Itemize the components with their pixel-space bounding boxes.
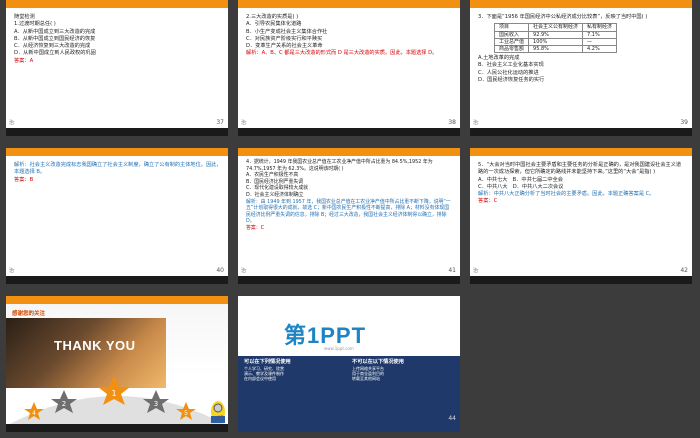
- answer: 解析：A、B、C 都是三大改造的形式而 D 是三大改造的实质。因此，本题选择 D…: [246, 50, 438, 57]
- slide-thumbnail-43[interactable]: 感谢您的关注 THANK YOU 1 2 3 4 5 43: [6, 296, 228, 432]
- table-header: 社会主义公有制经济: [528, 23, 584, 32]
- table-header: 私有制经济: [582, 23, 618, 32]
- slide-thumbnail-37[interactable]: 随堂检测 1.过渡时期总任( ) A．从新中国成立到三大改造的完成 B．从新中国…: [6, 0, 228, 136]
- slide-bottom-bar: [238, 128, 460, 136]
- analysis: 解析：由 1949 年到 1957 年，我国农业总产值在工农业净产值中所占比重不…: [246, 198, 451, 225]
- answer: 答案：B: [14, 176, 34, 183]
- footer-label: 治: [241, 120, 247, 126]
- footer-label: 治: [473, 120, 479, 126]
- slide-text: 4．据统计，1949 年我国农业总产值在工农业净产值中所占比重为 84.5%,1…: [246, 159, 454, 232]
- star-label-3: 3: [154, 400, 158, 408]
- option-b: B．社会主义工业化基本实现: [478, 62, 544, 69]
- option-a: A．农民生产积极性不高: [246, 172, 299, 179]
- slide-text: 3．下面是“1956 年国民经济中公私经济成分比较表”，反映了当时中国( ) 项…: [478, 14, 686, 84]
- footer-label: 治: [9, 268, 15, 274]
- option-d: D．从新中国成立到人民政权的巩固: [14, 50, 96, 57]
- analysis: 解析：中共八大正确分析了当时社会的主要矛盾。因此，本题正确答案是 C。: [478, 191, 655, 198]
- thanks-text: THANK YOU: [54, 338, 136, 353]
- slide-thumbnail-42[interactable]: 5．“大会对当时中国社会主要矛盾和主要任务的分析是正确的，是对我国建设社会主义道…: [470, 148, 692, 284]
- stars-graphic: 1 2 3 4 5: [6, 376, 228, 426]
- star-label-5: 5: [184, 410, 188, 417]
- question: 5．“大会对当时中国社会主要矛盾和主要任务的分析是正确的，是对我国建设社会主义道…: [478, 162, 682, 176]
- footer-label: 治: [473, 268, 479, 274]
- answer: 答案：C: [246, 224, 265, 231]
- thanks-heading: 感谢您的关注: [12, 311, 46, 317]
- star-label-1: 1: [111, 389, 116, 398]
- option-d: D．社会主义经济体制确立: [246, 191, 304, 198]
- slide-number: 38: [448, 119, 456, 126]
- table-row: 国民收入 92.9% 7.1%: [493, 30, 618, 39]
- question: 3．下面是“1956 年国民经济中公私经济成分比较表”，反映了当时中国( ): [478, 14, 648, 20]
- footer-label: 治: [241, 268, 247, 274]
- slide-thumbnail-41[interactable]: 4．据统计，1949 年我国农业总产值在工农业净产值中所占比重为 84.5%,1…: [238, 148, 460, 284]
- table-header: 项目: [493, 23, 530, 32]
- slide-text: 2.三大改造的实质是( ) A．引导农民集体化道路 B．小生产变成社会主义集体合…: [246, 14, 454, 58]
- star-label-4: 4: [32, 410, 36, 417]
- allowed-title: 可以在下列情况使用: [244, 359, 291, 365]
- star-label-2: 2: [62, 400, 66, 408]
- slide-bottom-bar: [238, 276, 460, 284]
- option-c: C．现代化建设取得较大成就: [246, 185, 309, 192]
- slide-top-bar: [6, 296, 228, 304]
- slide-top-bar: [6, 148, 228, 156]
- answer: 答案：A: [14, 57, 34, 64]
- table-row: 商品零售额 95.8% 4.2%: [493, 44, 618, 54]
- option-ab: A．中共七大 B．中共七届二中全会: [478, 176, 563, 183]
- option-d: D．国民经济恢复任务的实行: [478, 77, 545, 83]
- allowed-column: 可以在下列情况使用 个人学习、研究、欣赏 演示、教学及课件制作 在内部会议中使用: [244, 359, 344, 381]
- slide-text: 随堂检测 1.过渡时期总任( ) A．从新中国成立到三大改造的完成 B．从新中国…: [14, 14, 222, 65]
- slide-top-bar: [238, 148, 460, 156]
- slide-top-bar: [238, 0, 460, 8]
- slide-thumbnail-44[interactable]: 第1PPT www.1ppt.com 可以在下列情况使用 个人学习、研究、欣赏 …: [238, 296, 460, 432]
- slide-text: 5．“大会对当时中国社会主要矛盾和主要任务的分析是正确的，是对我国建设社会主义道…: [478, 162, 686, 206]
- table-row: 工业总产值 100% —: [493, 37, 618, 46]
- analysis: 解析：社会主义改造完成标志我国确立了社会主义制度，确立了公有制的主体地位。因此，…: [14, 162, 222, 176]
- option-c: C．人民公社化运动的推进: [478, 69, 539, 76]
- slide-bottom-bar: [6, 128, 228, 136]
- slide-number: 44: [448, 415, 456, 422]
- slide-number: 43: [216, 415, 224, 422]
- question: 1.过渡时期总任( ): [14, 21, 56, 28]
- table-cell: 商品零售额: [493, 44, 530, 54]
- slide-number: 42: [680, 267, 688, 274]
- allowed-item: 在内部会议中使用: [244, 376, 276, 381]
- table-cell: —: [582, 37, 618, 46]
- slide-text: 解析：社会主义改造完成标志我国确立了社会主义制度，确立了公有制的主体地位。因此，…: [14, 162, 222, 184]
- slide-number: 41: [448, 267, 456, 274]
- question: 4．据统计，1949 年我国农业总产值在工农业净产值中所占比重为 84.5%,1…: [246, 159, 433, 172]
- table-row: 项目 社会主义公有制经济 私有制经济: [493, 23, 618, 32]
- forbidden-column: 不可以在以下情况使用 上传网络共享平台 用于商业盈利目的 转载至其他网站: [352, 359, 452, 381]
- ppt-url: www.1ppt.com: [324, 346, 354, 351]
- slide-bottom-bar: [470, 276, 692, 284]
- table-cell: 4.2%: [582, 44, 618, 54]
- forbidden-item: 转载至其他网站: [352, 376, 380, 381]
- slide-thumbnail-40[interactable]: 解析：社会主义改造完成标志我国确立了社会主义制度，确立了公有制的主体地位。因此，…: [6, 148, 228, 284]
- option-b: B．小生产变成社会主义集体合作社: [246, 28, 328, 35]
- slide-thumbnail-38[interactable]: 2.三大改造的实质是( ) A．引导农民集体化道路 B．小生产变成社会主义集体合…: [238, 0, 460, 136]
- data-table: 项目 社会主义公有制经济 私有制经济 国民收入 92.9% 7.1% 工业总产值…: [493, 23, 618, 54]
- slide-number: 37: [216, 119, 224, 126]
- answer: 答案：C: [478, 198, 498, 205]
- slide-bottom-bar: [6, 276, 228, 284]
- option-a: A．引导农民集体化道路: [246, 21, 302, 28]
- option-a: A．从新中国成立到三大改造的完成: [14, 28, 96, 35]
- slide-top-bar: [470, 148, 692, 156]
- table-cell: 7.1%: [582, 30, 618, 39]
- slide-bottom-bar: [6, 424, 228, 432]
- slide-number: 39: [680, 119, 688, 126]
- slide-bottom-bar: [470, 128, 692, 136]
- table-cell: 国民收入: [493, 30, 530, 39]
- slide-number: 40: [216, 267, 224, 274]
- forbidden-title: 不可以在以下情况使用: [352, 359, 404, 365]
- table-cell: 工业总产值: [493, 37, 530, 46]
- slide-thumbnail-39[interactable]: 3．下面是“1956 年国民经济中公私经济成分比较表”，反映了当时中国( ) 项…: [470, 0, 692, 136]
- table-cell: 100%: [528, 37, 584, 46]
- footer-label: 治: [9, 120, 15, 126]
- slide-top-bar: [470, 0, 692, 8]
- table-cell: 95.8%: [528, 44, 584, 54]
- table-cell: 92.9%: [528, 30, 584, 39]
- slide-top-bar: [6, 0, 228, 8]
